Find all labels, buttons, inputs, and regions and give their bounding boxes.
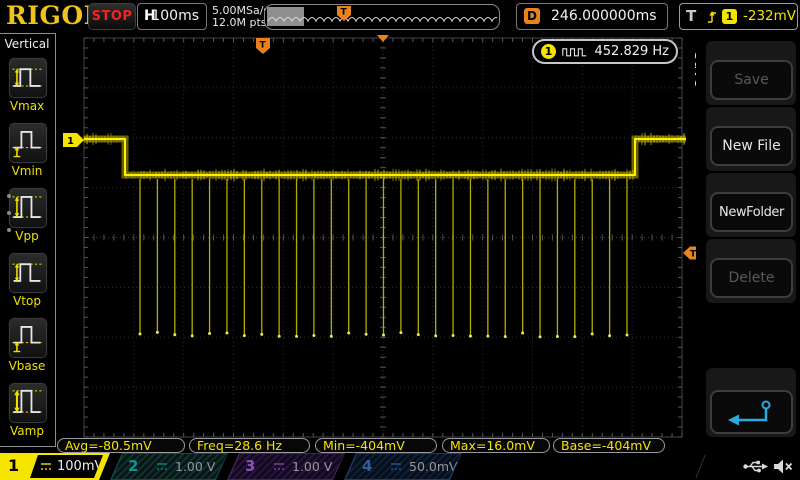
- rising-edge-icon: [706, 9, 718, 25]
- measurement-avg: Avg=-80.5mV: [57, 438, 185, 453]
- frequency-counter-badge: 1 452.829 Hz: [532, 39, 678, 64]
- svg-text:1: 1: [67, 136, 74, 147]
- channel-3-number: 3: [245, 457, 255, 475]
- waveform-display: 1TT 1 452.829 Hz Avg=-80.5mV Freq=28.6 H…: [56, 33, 696, 453]
- menu-item-vpp[interactable]: [8, 187, 48, 229]
- trigger-delay-box[interactable]: D 246.000000ms: [516, 3, 668, 30]
- menu-item-vamp-label: Vamp: [0, 424, 54, 438]
- timebase-value: 100ms: [151, 8, 199, 24]
- menu-item-vtop[interactable]: [8, 252, 48, 294]
- menu-item-vamp[interactable]: [8, 382, 48, 424]
- horizontal-timebase-box[interactable]: H 100ms: [137, 3, 207, 30]
- channel-4-tab[interactable]: 4 50.0mV: [344, 453, 462, 480]
- coupling-icon: [39, 462, 53, 472]
- menu-page-dot: [7, 211, 11, 215]
- menu-item-vbase[interactable]: [8, 317, 48, 359]
- menu-item-vmax-label: Vmax: [0, 99, 54, 113]
- channel-status-bar: 1 100mV 2 1.00 V 3: [0, 453, 800, 480]
- memory-position-strip[interactable]: T: [264, 4, 500, 30]
- trigger-source-badge: 1: [722, 9, 737, 24]
- menu-page-dot: [7, 228, 11, 232]
- new-file-button[interactable]: New File: [710, 126, 793, 166]
- channel-2-tab-body: 2 1.00 V: [111, 454, 227, 479]
- visible-window-region: [267, 7, 304, 26]
- channel-1-scale: 100mV: [57, 459, 103, 474]
- vamp-icon: [9, 383, 45, 421]
- menu-page-dot: [7, 194, 11, 198]
- channel-2-tab[interactable]: 2 1.00 V: [110, 453, 228, 480]
- square-wave-icon: [562, 45, 589, 58]
- vertical-measure-menu: Vertical Vmax Vmin: [0, 33, 56, 447]
- freq-counter-channel-badge: 1: [541, 44, 556, 59]
- save-button[interactable]: Save: [710, 60, 793, 100]
- measurement-max: Max=16.0mV: [442, 438, 550, 453]
- trigger-label: T: [686, 7, 696, 25]
- statusbar-divider: [695, 455, 705, 478]
- delay-badge: D: [524, 8, 540, 24]
- back-button[interactable]: [710, 390, 793, 434]
- channel-2-scale: 1.00 V: [175, 459, 215, 474]
- channel-4-number: 4: [362, 457, 372, 475]
- channel-2-number: 2: [128, 457, 138, 475]
- delete-button[interactable]: Delete: [710, 258, 793, 298]
- memory-position-graphic: T: [265, 5, 497, 28]
- measurement-min: Min=-404mV: [315, 438, 437, 453]
- channel-1-tab[interactable]: 1 100mV: [0, 453, 112, 480]
- usb-icon: [742, 458, 768, 475]
- vpp-icon: [9, 188, 45, 226]
- return-arrow-icon: [722, 396, 782, 432]
- freq-counter-value: 452.829 Hz: [595, 44, 670, 59]
- vmax-icon: [9, 58, 45, 96]
- menu-item-vtop-label: Vtop: [0, 294, 54, 308]
- channel-3-scale: 1.00 V: [292, 459, 332, 474]
- channel-3-tab-body: 3 1.00 V: [228, 454, 344, 479]
- top-status-bar: RIGOL STOP H 100ms 5.00MSa/s 12.0M pts T…: [0, 0, 800, 33]
- menu-item-vmin-label: Vmin: [0, 164, 54, 178]
- coupling-icon: [155, 462, 169, 472]
- new-folder-button[interactable]: NewFolder: [710, 192, 793, 232]
- menu-item-vmin[interactable]: [8, 122, 48, 164]
- channel-4-scale: 50.0mV: [409, 459, 458, 474]
- oscilloscope-screen: RIGOL STOP H 100ms 5.00MSa/s 12.0M pts T…: [0, 0, 800, 480]
- channel-4-tab-body: 4 50.0mV: [345, 454, 461, 479]
- strip-trigger-flag-label: T: [341, 8, 348, 18]
- svg-text:T: T: [260, 41, 267, 51]
- menu-title: Vertical: [0, 37, 54, 51]
- vbase-icon: [9, 318, 45, 356]
- channel-1-tab-body: 100mV: [30, 455, 103, 478]
- save-menu-panel: Save New File NewFolder Delete: [696, 33, 800, 453]
- channel-1-number: 1: [8, 456, 19, 475]
- speaker-muted-icon: [772, 457, 794, 476]
- measurement-freq: Freq=28.6 Hz: [189, 438, 310, 453]
- memory-depth: 12.0M pts: [212, 16, 267, 29]
- measurement-base: Base=-404mV: [553, 438, 665, 453]
- coupling-icon: [389, 462, 403, 472]
- trigger-level-value: -232mV: [743, 8, 796, 24]
- vmin-icon: [9, 123, 45, 161]
- menu-item-vbase-label: Vbase: [0, 359, 54, 373]
- run-state-indicator[interactable]: STOP: [88, 3, 136, 30]
- graticule-and-trace: 1TT: [56, 33, 696, 453]
- delay-value: 246.000000ms: [551, 8, 657, 24]
- menu-item-vmax[interactable]: [8, 57, 48, 99]
- channel-3-tab[interactable]: 3 1.00 V: [227, 453, 345, 480]
- coupling-icon: [272, 462, 286, 472]
- vtop-icon: [9, 253, 45, 291]
- trigger-status-box[interactable]: T 1 -232mV: [679, 3, 798, 30]
